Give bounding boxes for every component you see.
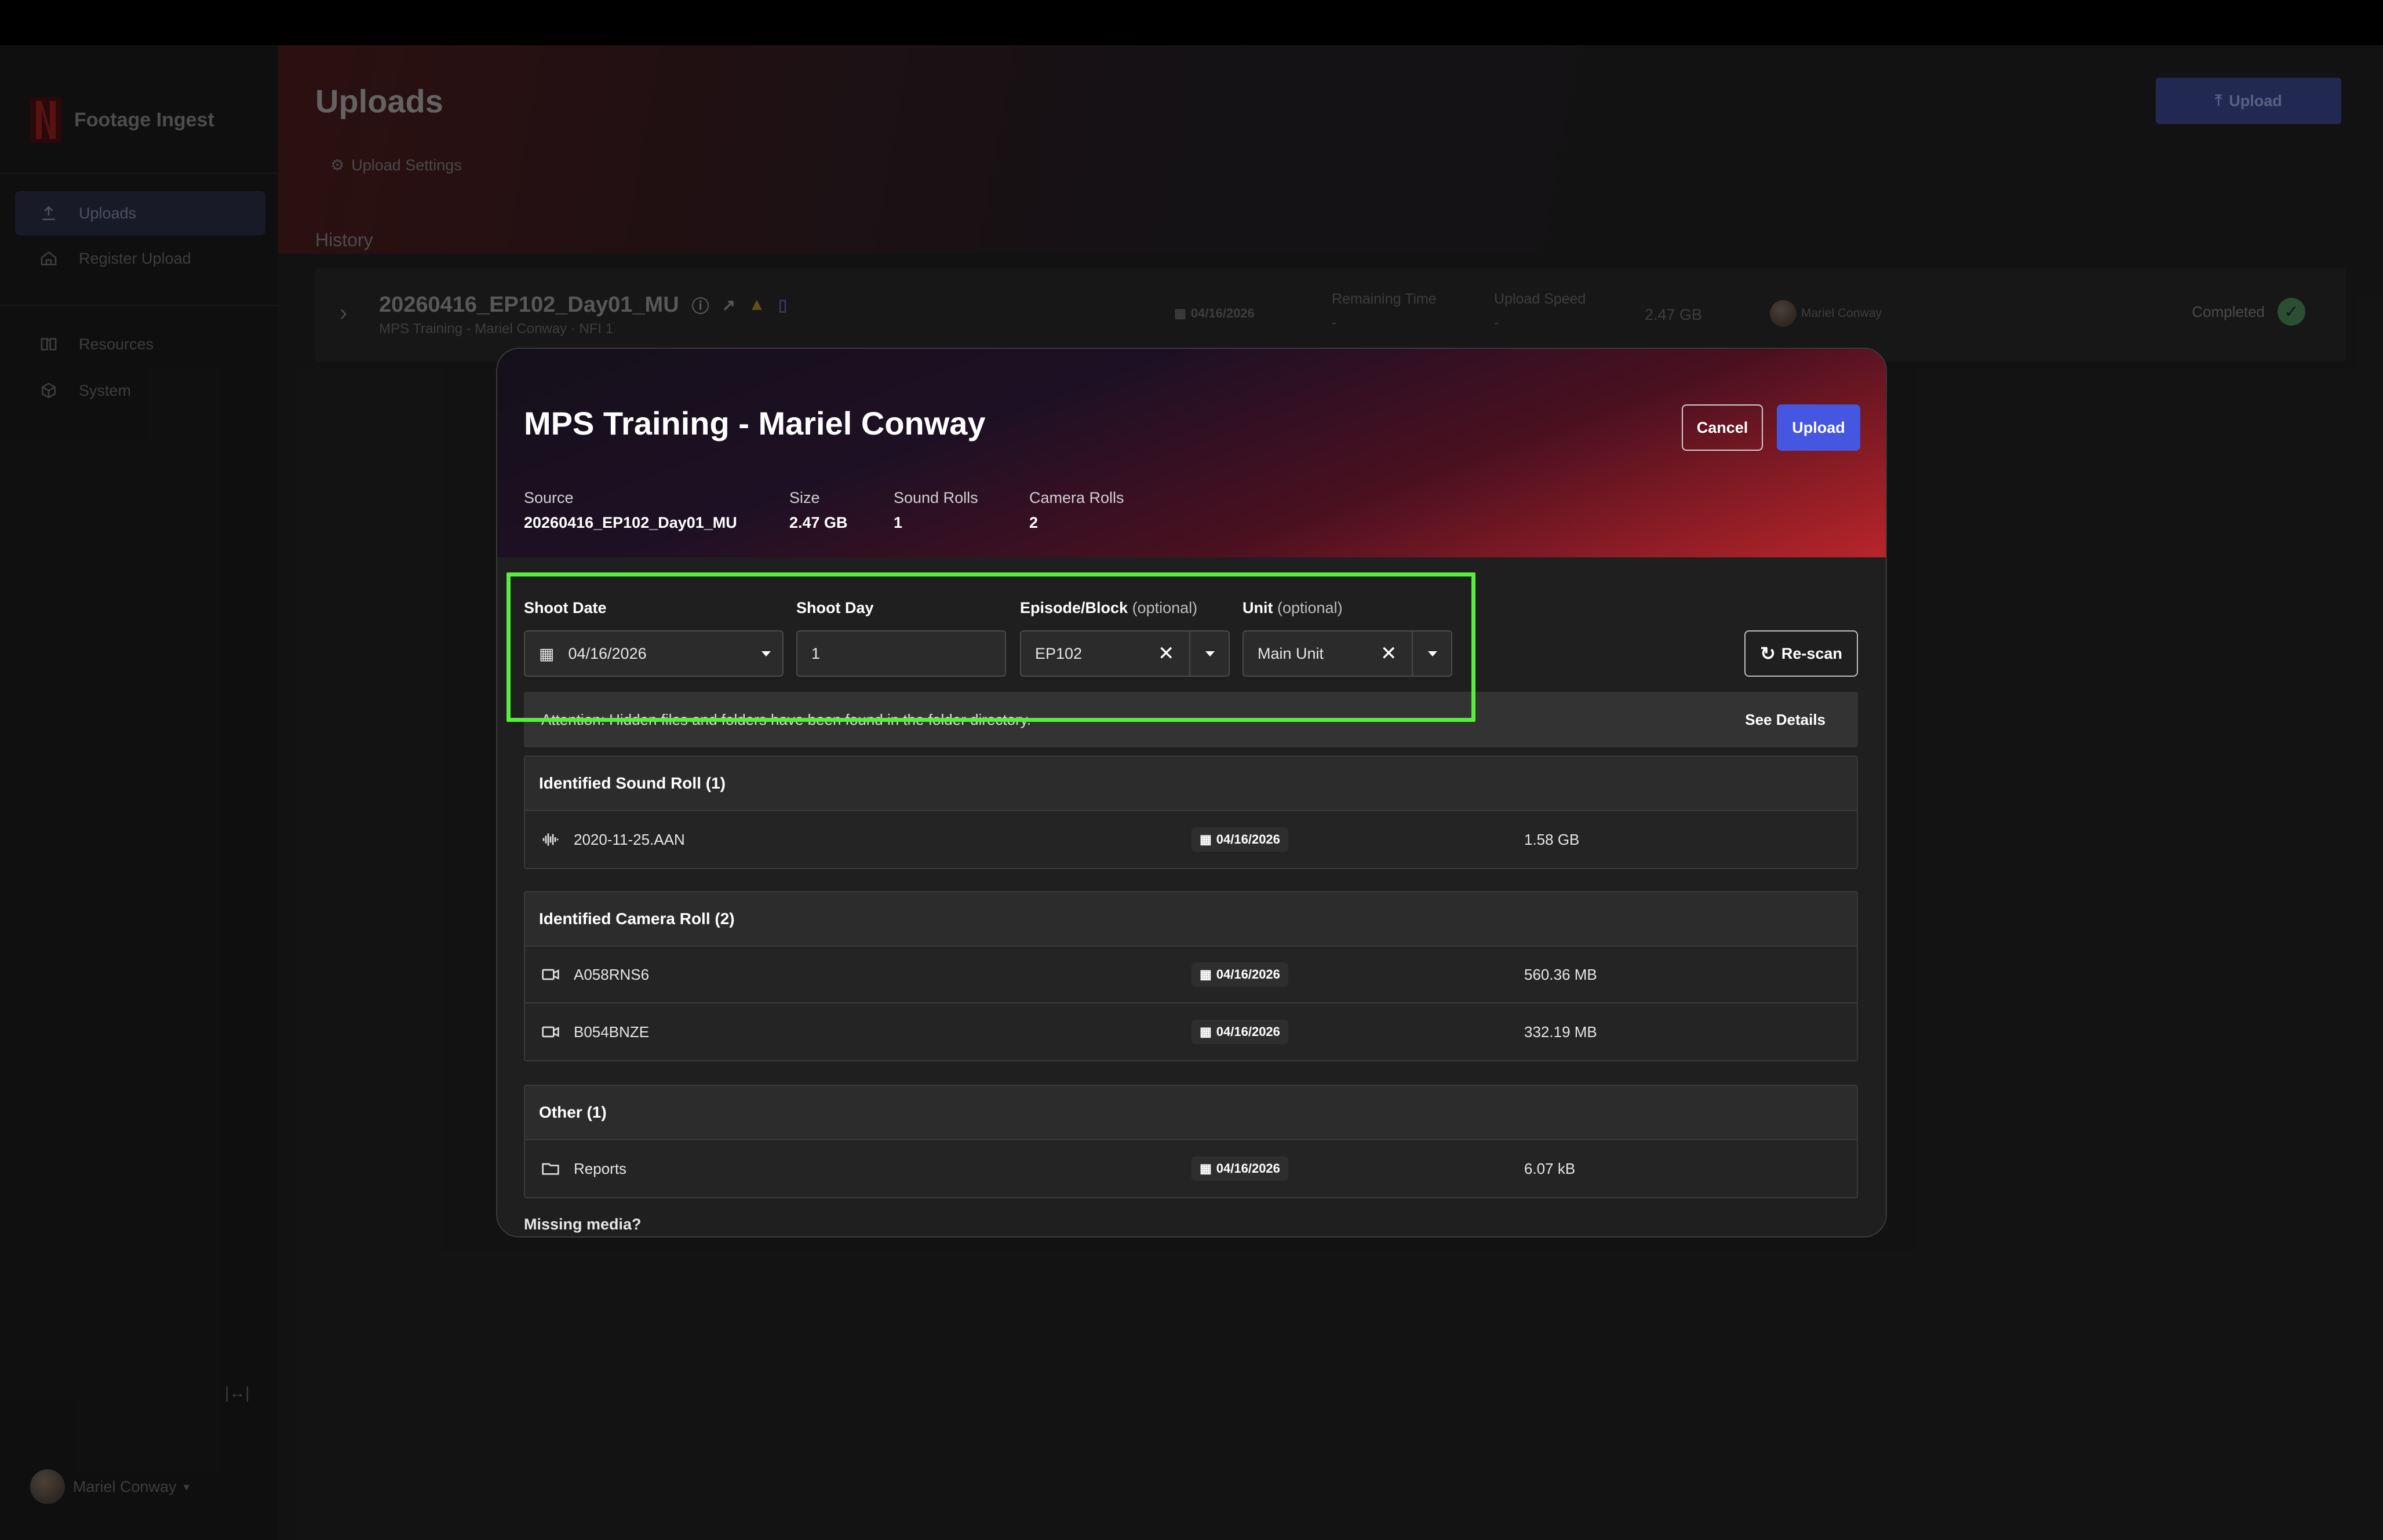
meta-size-value: 2.47 GB xyxy=(789,514,848,531)
modal-title: MPS Training - Mariel Conway xyxy=(524,405,986,441)
meta-sound-rolls: Sound Rolls 1 xyxy=(894,489,978,532)
meta-source-label: Source xyxy=(524,489,574,506)
video-camera-icon xyxy=(540,1021,561,1042)
chevron-down-icon xyxy=(761,651,771,656)
clear-icon[interactable]: ✕ xyxy=(1380,642,1397,665)
optional-tag: (optional) xyxy=(1132,599,1198,616)
item-name: Reports xyxy=(574,1159,627,1177)
item-name: A058RNS6 xyxy=(574,965,650,983)
camera-roll-group: Identified Camera Roll (2) A058RNS6 ▦ 04/… xyxy=(524,891,1858,1061)
video-camera-icon xyxy=(540,964,561,985)
chevron-down-icon[interactable] xyxy=(1428,651,1437,656)
field-separator xyxy=(1412,632,1413,676)
meta-source-value: 20260416_EP102_Day01_MU xyxy=(524,514,737,531)
item-size: 1.58 GB xyxy=(1524,830,1580,848)
rescan-label: Re-scan xyxy=(1781,644,1842,662)
field-separator xyxy=(1189,632,1190,676)
chevron-down-icon[interactable] xyxy=(1205,651,1215,656)
list-item[interactable]: B054BNZE ▦ 04/16/2026 332.19 MB xyxy=(525,1003,1857,1060)
top-bar xyxy=(0,0,2383,45)
shoot-date-value: 04/16/2026 xyxy=(568,644,647,662)
item-date: ▦ 04/16/2026 xyxy=(1192,827,1288,852)
episode-block-select[interactable]: EP102 ✕ xyxy=(1020,630,1230,677)
item-date-text: 04/16/2026 xyxy=(1216,1024,1280,1039)
meta-camera-rolls: Camera Rolls 2 xyxy=(1029,489,1124,532)
item-date-text: 04/16/2026 xyxy=(1216,1161,1280,1176)
calendar-icon: ▦ xyxy=(1200,832,1212,846)
meta-size-label: Size xyxy=(789,489,820,506)
shoot-date-picker[interactable]: ▦ 04/16/2026 xyxy=(524,630,784,677)
see-details-link[interactable]: See Details xyxy=(1745,711,1825,729)
shoot-date-label: Shoot Date xyxy=(524,599,607,616)
calendar-icon: ▦ xyxy=(1200,967,1212,981)
episode-value: EP102 xyxy=(1035,644,1083,662)
meta-camera-label: Camera Rolls xyxy=(1029,489,1124,506)
sound-roll-group: Identified Sound Roll (1) 2020-11-25.AAN… xyxy=(524,756,1858,869)
item-size: 6.07 kB xyxy=(1524,1159,1576,1177)
meta-camera-value: 2 xyxy=(1029,514,1039,531)
unit-label-text: Unit xyxy=(1242,599,1273,616)
meta-sound-value: 1 xyxy=(894,514,903,531)
list-item[interactable]: Reports ▦ 04/16/2026 6.07 kB xyxy=(525,1140,1857,1197)
cancel-button[interactable]: Cancel xyxy=(1682,404,1763,451)
calendar-icon: ▦ xyxy=(1200,1024,1212,1039)
meta-size: Size 2.47 GB xyxy=(789,489,848,532)
modal-upload-button[interactable]: Upload xyxy=(1777,404,1860,451)
episode-label-text: Episode/Block xyxy=(1020,599,1128,616)
optional-tag: (optional) xyxy=(1277,599,1343,616)
item-date: ▦ 04/16/2026 xyxy=(1192,962,1288,987)
rescan-button[interactable]: ↻ Re-scan xyxy=(1744,630,1858,677)
meta-sound-label: Sound Rolls xyxy=(894,489,978,506)
calendar-icon: ▦ xyxy=(539,644,555,663)
folder-icon xyxy=(540,1158,561,1179)
group-header: Other (1) xyxy=(525,1086,1857,1140)
meta-source: Source 20260416_EP102_Day01_MU xyxy=(524,489,737,532)
item-name: 2020-11-25.AAN xyxy=(574,830,685,848)
item-date: ▦ 04/16/2026 xyxy=(1192,1020,1288,1044)
group-header: Identified Sound Roll (1) xyxy=(525,757,1857,811)
unit-label: Unit (optional) xyxy=(1242,599,1343,617)
shoot-day-input[interactable]: 1 xyxy=(796,630,1006,677)
upload-modal: MPS Training - Mariel Conway Cancel Uplo… xyxy=(496,348,1887,1238)
missing-media-link[interactable]: Missing media? xyxy=(524,1216,642,1234)
attention-banner: Attention: Hidden files and folders have… xyxy=(524,692,1858,747)
item-date: ▦ 04/16/2026 xyxy=(1192,1156,1288,1181)
attention-text: Attention: Hidden files and folders have… xyxy=(541,710,1032,728)
item-date-text: 04/16/2026 xyxy=(1216,832,1280,846)
unit-value: Main Unit xyxy=(1258,644,1324,662)
item-size: 560.36 MB xyxy=(1524,965,1597,983)
list-item[interactable]: A058RNS6 ▦ 04/16/2026 560.36 MB xyxy=(525,947,1857,1003)
list-item[interactable]: 2020-11-25.AAN ▦ 04/16/2026 1.58 GB xyxy=(525,811,1857,868)
shoot-day-label: Shoot Day xyxy=(796,599,874,616)
other-group: Other (1) Reports ▦ 04/16/2026 6.07 kB xyxy=(524,1085,1858,1198)
group-header: Identified Camera Roll (2) xyxy=(525,892,1857,947)
shoot-day-value: 1 xyxy=(811,644,821,662)
episode-block-label: Episode/Block (optional) xyxy=(1020,599,1197,617)
refresh-icon: ↻ xyxy=(1760,643,1776,664)
item-date-text: 04/16/2026 xyxy=(1216,967,1280,981)
audio-waveform-icon xyxy=(540,829,561,850)
clear-icon[interactable]: ✕ xyxy=(1158,642,1175,665)
item-size: 332.19 MB xyxy=(1524,1023,1597,1041)
unit-select[interactable]: Main Unit ✕ xyxy=(1242,630,1452,677)
calendar-icon: ▦ xyxy=(1200,1161,1212,1176)
item-name: B054BNZE xyxy=(574,1023,650,1041)
